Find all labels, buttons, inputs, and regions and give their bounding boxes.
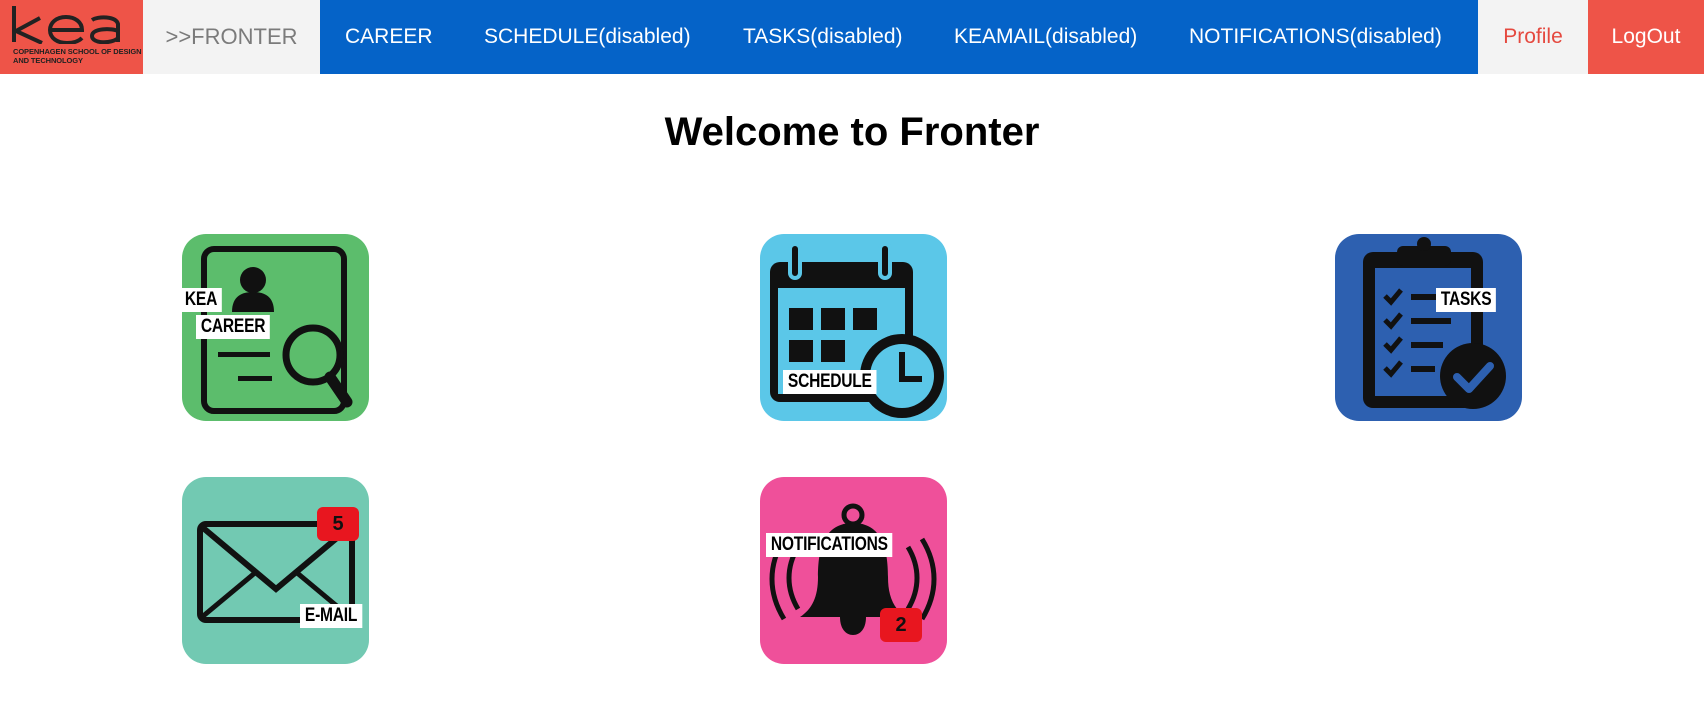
page-title: Welcome to Fronter <box>664 110 1040 154</box>
schedule-tile[interactable]: SCHEDULE <box>760 234 947 421</box>
nav-keamail[interactable]: KEAMAIL(disabled) <box>954 0 1137 74</box>
nav-career[interactable]: CAREER <box>345 0 433 74</box>
career-tile-label: CAREER <box>196 315 271 339</box>
career-tile-label-kea: KEA <box>182 288 222 312</box>
tasks-tile-label: TASKS <box>1436 288 1497 312</box>
top-nav: COPENHAGEN SCHOOL OF DESIGN AND TECHNOLO… <box>0 0 1704 74</box>
kea-logo[interactable]: COPENHAGEN SCHOOL OF DESIGN AND TECHNOLO… <box>0 0 143 74</box>
email-tile-label: E-MAIL <box>300 604 363 628</box>
envelope-icon <box>197 521 355 623</box>
notifications-count-badge: 2 <box>880 608 922 642</box>
logo-subtitle-line1: COPENHAGEN SCHOOL OF DESIGN <box>13 47 142 56</box>
schedule-tile-label: SCHEDULE <box>783 370 877 394</box>
career-tile[interactable]: KEA CAREER <box>182 234 369 421</box>
clipboard-check-icon <box>1363 237 1506 409</box>
kea-logo-mark <box>12 6 120 44</box>
notifications-tile[interactable]: NOTIFICATIONS 2 <box>760 477 947 664</box>
nav-fronter[interactable]: >>FRONTER <box>143 0 320 74</box>
logo-subtitle: COPENHAGEN SCHOOL OF DESIGN AND TECHNOLO… <box>13 47 142 65</box>
nav-notifications[interactable]: NOTIFICATIONS(disabled) <box>1189 0 1442 74</box>
profile-button[interactable]: Profile <box>1478 0 1588 74</box>
nav-schedule[interactable]: SCHEDULE(disabled) <box>484 0 691 74</box>
notifications-tile-label: NOTIFICATIONS <box>766 533 893 557</box>
nav-tasks[interactable]: TASKS(disabled) <box>743 0 903 74</box>
email-unread-badge: 5 <box>317 507 359 541</box>
logo-subtitle-line2: AND TECHNOLOGY <box>13 56 83 65</box>
logout-button[interactable]: LogOut <box>1588 0 1704 74</box>
tasks-tile[interactable]: TASKS <box>1335 234 1522 421</box>
email-tile[interactable]: 5 E-MAIL <box>182 477 369 664</box>
